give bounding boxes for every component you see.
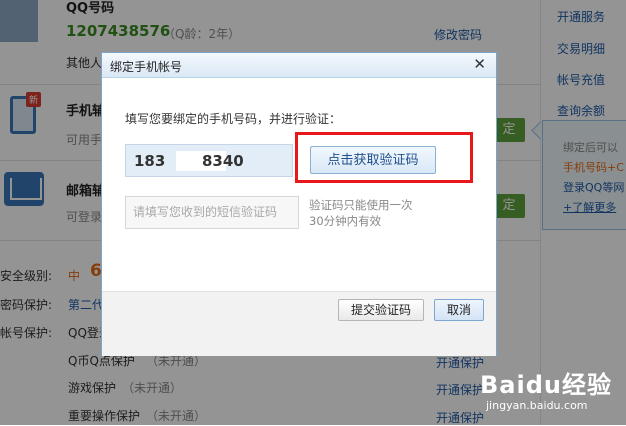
bind-phone-dialog: 绑定手机帐号 ✕ 填写您要绑定的手机号码，并进行验证： 183 8340 点击获… — [101, 52, 497, 356]
submit-code-button[interactable]: 提交验证码 — [338, 299, 424, 321]
dialog-title: 绑定手机帐号 — [110, 60, 183, 74]
baidu-watermark: Baidu经验 jingyan.baidu.com — [480, 365, 612, 412]
phone-number-input[interactable]: 183 8340 — [125, 144, 293, 177]
watermark-brand: Baidu经验 — [480, 371, 612, 399]
sms-note-line: 30分钟内有效 — [309, 214, 382, 228]
watermark-url: jingyan.baidu.com — [486, 399, 588, 412]
phone-prefix: 183 — [134, 152, 166, 170]
sms-note: 验证码只能使用一次 30分钟内有效 — [309, 197, 413, 229]
dialog-footer: 提交验证码 取消 — [102, 291, 496, 356]
phone-instruction: 填写您要绑定的手机号码，并进行验证： — [125, 112, 342, 126]
dialog-header: 绑定手机帐号 ✕ — [102, 53, 496, 78]
close-icon[interactable]: ✕ — [473, 55, 486, 73]
cancel-button[interactable]: 取消 — [434, 299, 484, 321]
phone-suffix: 8340 — [202, 152, 244, 170]
highlight-box — [295, 132, 473, 183]
sms-code-input[interactable]: 请填写您收到的短信验证码 — [125, 196, 299, 229]
sms-note-line: 验证码只能使用一次 — [309, 198, 413, 212]
